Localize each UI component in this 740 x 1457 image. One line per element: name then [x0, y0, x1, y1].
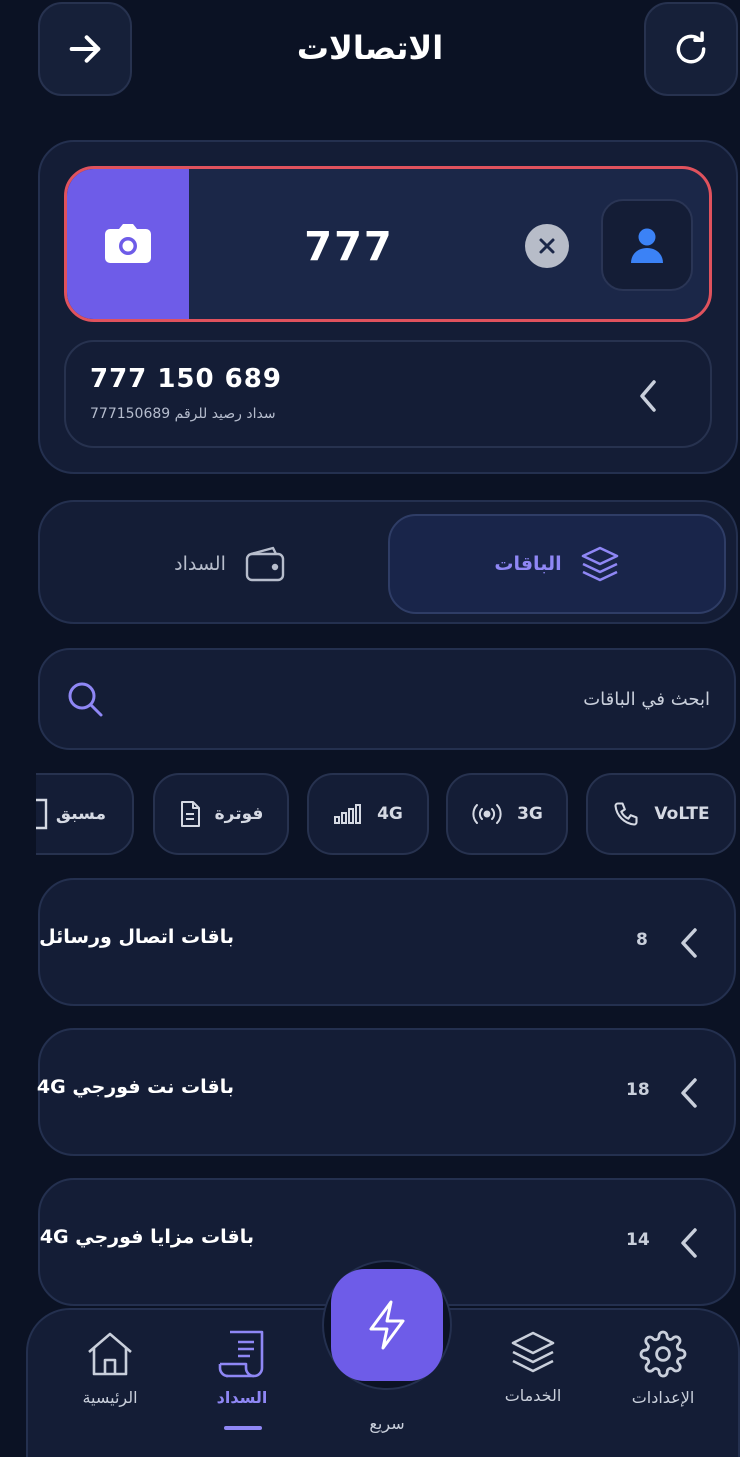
category-row[interactable]: باقات اتصال ورسائل 8	[38, 878, 736, 1006]
tab-bar: الباقات السداد	[38, 500, 738, 624]
search-input[interactable]	[150, 676, 710, 722]
chip-label: مسبق	[55, 804, 106, 824]
document-icon	[179, 800, 201, 828]
chip-label: VoLTE	[654, 804, 710, 824]
chevron-left-icon	[634, 376, 662, 416]
chevron-left-icon	[676, 1074, 702, 1112]
nav-services-label: الخدمات	[504, 1386, 562, 1405]
clear-input-button[interactable]	[525, 224, 569, 268]
search-bar	[38, 648, 736, 750]
tab-packages-label: الباقات	[494, 553, 562, 575]
receipt-icon	[216, 1330, 268, 1378]
gear-icon	[639, 1330, 687, 1378]
nav-services[interactable]: الخدمات	[473, 1330, 593, 1405]
category-title: باقات اتصال ورسائل	[39, 926, 234, 948]
refresh-icon	[672, 30, 710, 68]
scan-camera-button[interactable]	[67, 169, 189, 319]
number-suggestion[interactable]: 777 150 689 سداد رصيد للرقم 777150689	[64, 340, 712, 448]
person-icon	[627, 225, 667, 265]
category-title: باقات مزايا فورجي 4G	[39, 1226, 254, 1248]
suggested-number: 777 150 689	[90, 364, 282, 394]
chip-postpaid[interactable]: فوترة	[153, 773, 289, 855]
contacts-button[interactable]	[601, 199, 693, 291]
signal-bars-icon	[333, 803, 363, 825]
tab-payment-label: السداد	[174, 553, 226, 575]
card-icon	[36, 798, 50, 830]
nav-quick-label: سريع	[369, 1414, 405, 1433]
phone-input-box	[64, 166, 712, 322]
quick-action-button[interactable]	[331, 1269, 443, 1381]
suggestion-subtitle: سداد رصيد للرقم 777150689	[90, 406, 276, 422]
active-nav-indicator	[224, 1426, 262, 1430]
phone-number-input[interactable]	[239, 217, 459, 277]
category-title: باقات نت فورجي 4G	[36, 1076, 234, 1098]
tab-payment[interactable]: السداد	[80, 514, 380, 614]
chip-3g[interactable]: 3G	[446, 773, 568, 855]
category-count: 8	[636, 930, 648, 950]
camera-icon	[103, 223, 153, 265]
nav-payment-label: السداد	[216, 1388, 268, 1407]
close-icon	[538, 237, 556, 255]
chip-volte[interactable]: VoLTE	[586, 773, 736, 855]
category-count: 14	[626, 1230, 650, 1250]
layers-icon	[509, 1330, 557, 1376]
chip-fade-edge	[0, 770, 36, 860]
phone-icon	[612, 800, 640, 828]
category-row[interactable]: باقات نت فورجي 4G 18	[36, 1028, 736, 1156]
home-icon	[85, 1330, 135, 1378]
tab-packages[interactable]: الباقات	[388, 514, 726, 614]
signal-waves-icon	[471, 802, 503, 826]
chip-label: فوترة	[214, 804, 264, 824]
search-icon[interactable]	[66, 680, 106, 720]
nav-home-label: الرئيسية	[82, 1388, 138, 1407]
chip-label: 3G	[517, 804, 543, 824]
layers-icon	[580, 545, 620, 583]
refresh-button[interactable]	[644, 2, 738, 96]
chip-label: 4G	[377, 804, 403, 824]
nav-payment[interactable]: السداد	[182, 1330, 302, 1407]
nav-home[interactable]: الرئيسية	[50, 1330, 170, 1407]
quick-action-ring	[322, 1260, 452, 1390]
page-title: الاتصالات	[296, 29, 444, 67]
lightning-icon	[365, 1299, 409, 1351]
chevron-left-icon	[676, 924, 702, 962]
chip-4g[interactable]: 4G	[307, 773, 429, 855]
wallet-icon	[244, 546, 286, 582]
nav-settings-label: الإعدادات	[631, 1388, 695, 1407]
category-count: 18	[626, 1080, 650, 1100]
nav-settings[interactable]: الإعدادات	[603, 1330, 723, 1407]
chevron-left-icon	[676, 1224, 702, 1262]
